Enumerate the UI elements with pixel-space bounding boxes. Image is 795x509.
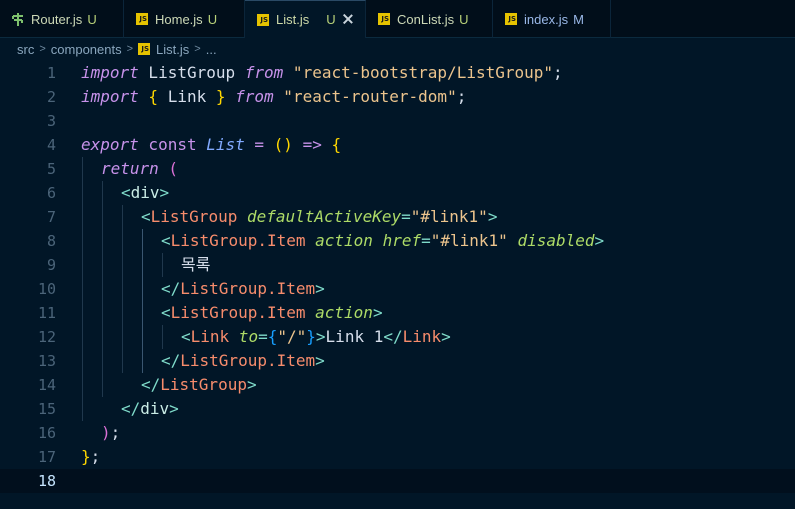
git-status-badge: U	[326, 12, 336, 27]
code-text: import ListGroup from "react-bootstrap/L…	[81, 63, 563, 82]
tab-router-js[interactable]: Router.js U	[0, 0, 124, 38]
line-number: 6	[46, 184, 56, 202]
tab-label: List.js	[276, 12, 310, 27]
line-number: 12	[37, 328, 56, 346]
tab-label: Router.js	[31, 11, 83, 27]
code-text: return (	[101, 159, 179, 178]
code-text: import { Link } from "react-router-dom";	[81, 87, 467, 106]
js-file-icon: JS	[378, 13, 390, 25]
git-status-badge: M	[573, 11, 584, 27]
chevron-right-icon: >	[194, 43, 201, 55]
close-icon[interactable]	[342, 13, 354, 25]
code-text: );	[101, 423, 121, 442]
line-number: 2	[46, 88, 56, 106]
code-line[interactable]: 13 </ListGroup.Item>	[0, 349, 795, 373]
line-number: 9	[46, 256, 56, 274]
js-file-icon: JS	[136, 13, 148, 25]
line-number: 1	[46, 64, 56, 82]
code-text: <ListGroup defaultActiveKey="#link1">	[141, 207, 498, 226]
code-line[interactable]: 5 return (	[0, 157, 795, 181]
code-line-current[interactable]: 18	[0, 469, 795, 493]
code-line[interactable]: 2 import { Link } from "react-router-dom…	[0, 85, 795, 109]
git-status-badge: U	[207, 11, 218, 27]
code-line[interactable]: 9 목록	[0, 253, 795, 277]
line-number: 14	[37, 376, 56, 394]
code-line[interactable]: 14 </ListGroup>	[0, 373, 795, 397]
line-number: 10	[37, 280, 56, 298]
line-number: 3	[46, 112, 56, 130]
line-number: 17	[37, 448, 56, 466]
line-number: 15	[37, 400, 56, 418]
code-text: </div>	[121, 399, 179, 418]
tab-list-js[interactable]: JS List.js U	[245, 0, 366, 38]
editor-tab-bar: Router.js U JS Home.js U JS List.js U JS…	[0, 0, 795, 38]
code-line[interactable]: 4 export const List = () => {	[0, 133, 795, 157]
breadcrumb-item-src[interactable]: src	[17, 42, 34, 57]
code-line[interactable]: 3	[0, 109, 795, 133]
breadcrumb-item-symbol[interactable]: ...	[206, 42, 217, 57]
git-status-badge: U	[459, 11, 469, 27]
code-line[interactable]: 10 </ListGroup.Item>	[0, 277, 795, 301]
code-text: export const List = () => {	[81, 135, 342, 154]
code-text: </ListGroup.Item>	[161, 279, 325, 298]
code-text: </ListGroup>	[141, 375, 257, 394]
tab-label: ConList.js	[397, 11, 455, 27]
line-number: 4	[46, 136, 56, 154]
code-text: </ListGroup.Item>	[161, 351, 325, 370]
line-number: 11	[37, 304, 56, 322]
code-text: 목록	[181, 255, 211, 274]
line-number: 8	[46, 232, 56, 250]
line-number: 18	[37, 472, 56, 490]
tab-home-js[interactable]: JS Home.js U	[124, 0, 245, 38]
code-text: };	[81, 447, 101, 466]
chevron-right-icon: >	[126, 43, 134, 55]
code-text: <ListGroup.Item action>	[161, 303, 383, 322]
breadcrumb: src > components > JS List.js > ...	[0, 38, 795, 60]
chevron-right-icon: >	[39, 43, 46, 55]
code-line[interactable]: 12 <Link to={"/"}>Link 1</Link>	[0, 325, 795, 349]
breadcrumb-item-components[interactable]: components	[51, 42, 122, 57]
js-file-icon: JS	[138, 43, 151, 55]
js-file-icon: JS	[505, 13, 517, 25]
code-text: <div>	[121, 183, 170, 202]
code-line[interactable]: 1 import ListGroup from "react-bootstrap…	[0, 61, 795, 85]
line-number: 16	[37, 424, 56, 442]
code-text: <Link to={"/"}>Link 1</Link>	[181, 327, 451, 346]
breadcrumb-item-file[interactable]: List.js	[156, 42, 189, 57]
code-line[interactable]: 11 <ListGroup.Item action>	[0, 301, 795, 325]
code-text: <ListGroup.Item action href="#link1" dis…	[161, 231, 605, 250]
line-number: 13	[37, 352, 56, 370]
code-line[interactable]: 17 };	[0, 445, 795, 469]
tab-index-js[interactable]: JS index.js M	[493, 0, 611, 38]
js-file-icon: JS	[257, 13, 269, 26]
line-number: 5	[46, 160, 56, 178]
line-number: 7	[46, 208, 56, 226]
code-line[interactable]: 6 <div>	[0, 181, 795, 205]
tab-label: index.js	[524, 11, 569, 27]
tab-label: Home.js	[155, 11, 203, 27]
code-line[interactable]: 7 <ListGroup defaultActiveKey="#link1">	[0, 205, 795, 229]
code-line[interactable]: 16 );	[0, 421, 795, 445]
code-line[interactable]: 15 </div>	[0, 397, 795, 421]
code-line[interactable]: 8 <ListGroup.Item action href="#link1" d…	[0, 229, 795, 253]
tab-conlist-js[interactable]: JS ConList.js U	[366, 0, 493, 38]
code-editor[interactable]: 1 import ListGroup from "react-bootstrap…	[0, 61, 795, 509]
git-status-badge: U	[87, 11, 97, 27]
router-icon	[12, 12, 24, 26]
